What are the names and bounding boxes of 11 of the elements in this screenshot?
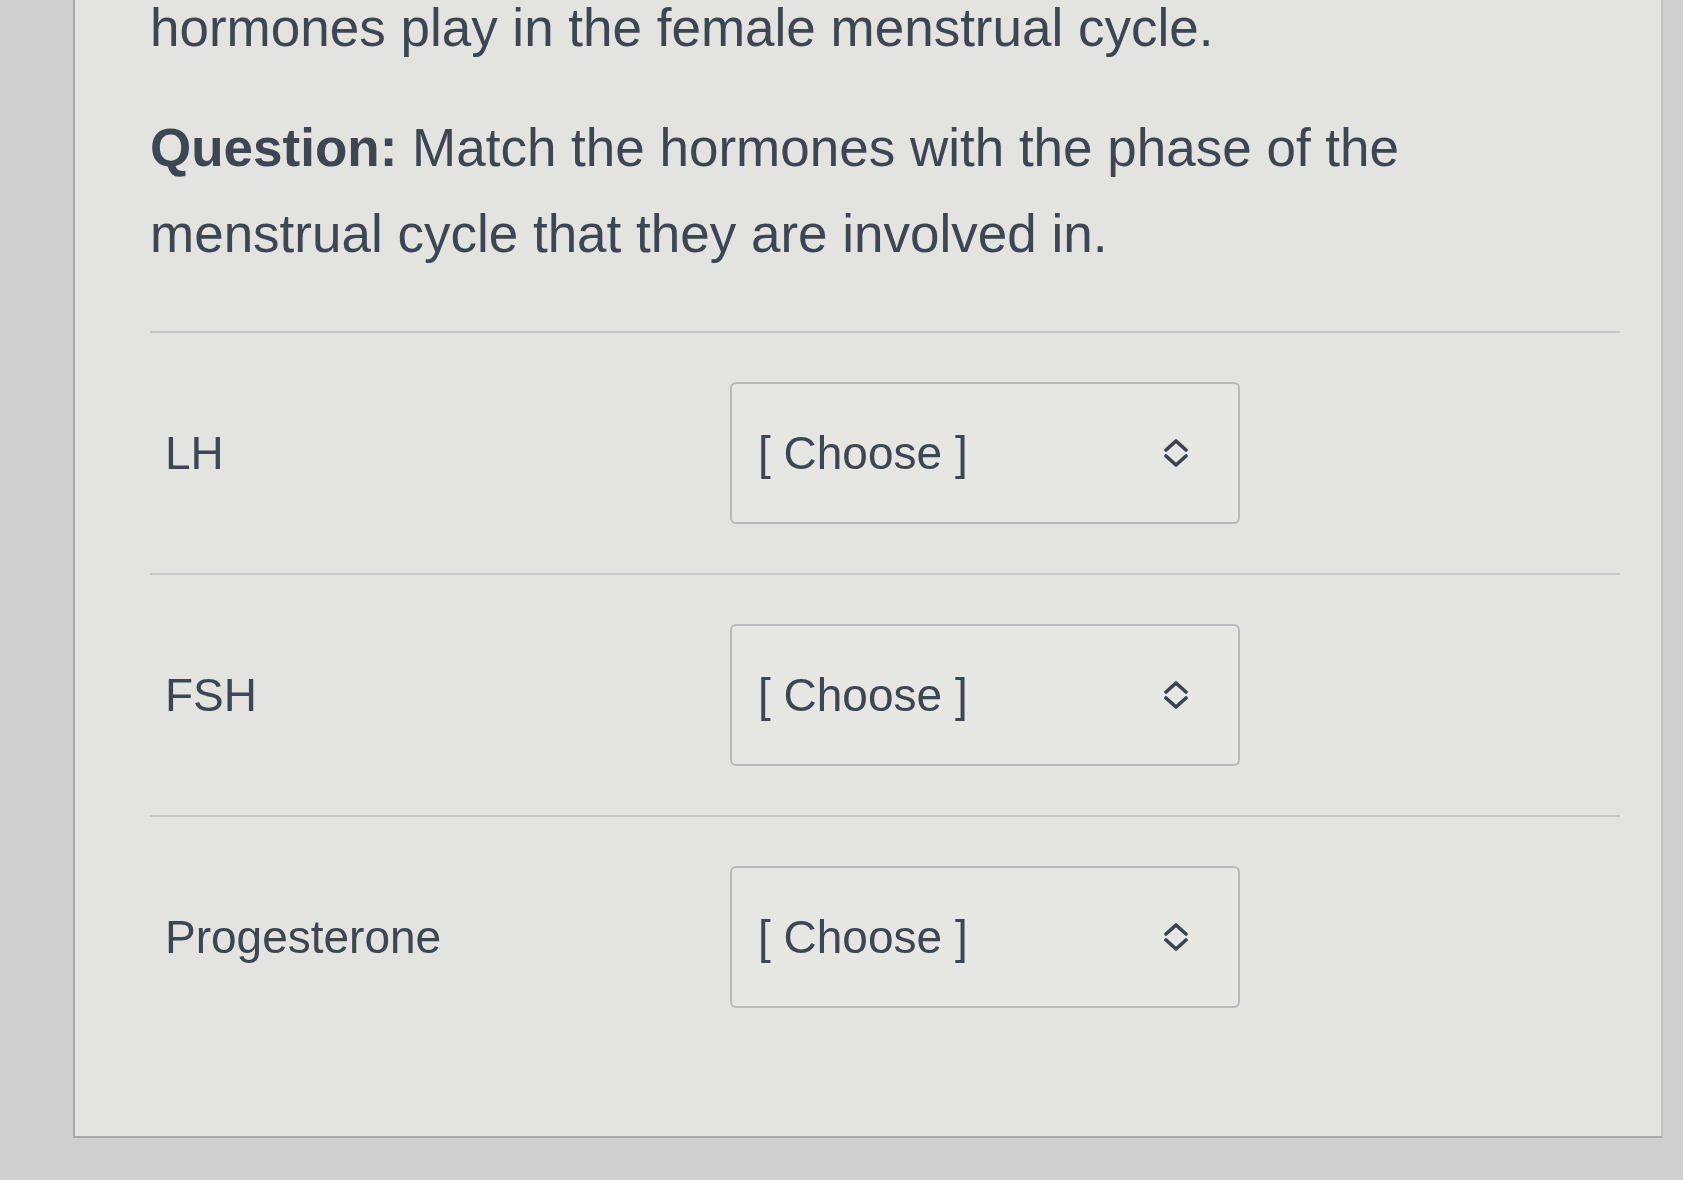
up-down-chevron-icon — [1164, 438, 1188, 468]
up-down-chevron-icon — [1164, 922, 1188, 952]
hormone-label: Progesterone — [165, 910, 443, 964]
answer-dropdown[interactable]: [ Choose ] — [730, 624, 1240, 766]
hormone-label: LH — [165, 426, 225, 480]
intro-text: hormones play in the female menstrual cycle. — [150, 0, 1215, 58]
hormone-label: FSH — [165, 668, 258, 722]
up-down-chevron-icon — [1164, 680, 1188, 710]
answer-dropdown[interactable]: [ Choose ] — [730, 382, 1240, 524]
question-text: Question: Match the hormones with the phase of the menstrual cycle that they are involved in. — [150, 117, 1401, 265]
answer-dropdown[interactable]: [ Choose ] — [730, 866, 1240, 1008]
